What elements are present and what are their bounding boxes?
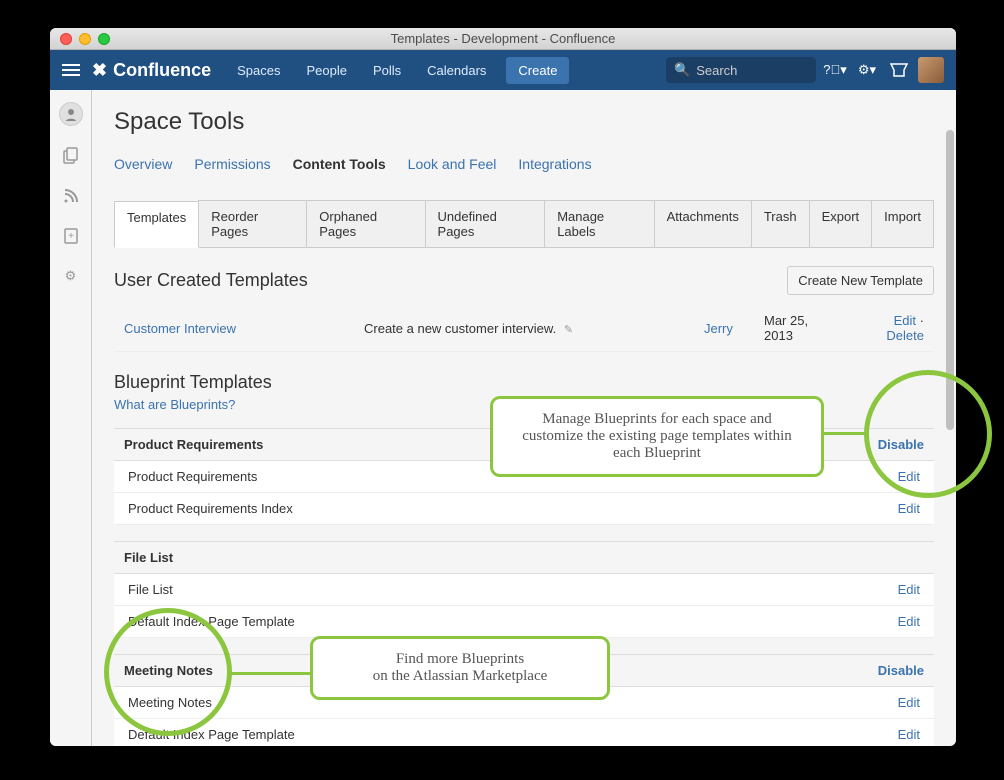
user-templates-title: User Created Templates <box>114 270 308 291</box>
left-rail: + ⚙ <box>50 90 92 746</box>
help-icon[interactable]: ?⃝▾ <box>822 57 848 83</box>
close-window-button[interactable] <box>60 33 72 45</box>
app-switcher-icon[interactable] <box>62 64 80 76</box>
inner-tab-templates[interactable]: Templates <box>114 201 199 248</box>
inner-tab-attachments[interactable]: Attachments <box>654 200 752 247</box>
search-box[interactable]: 🔍 <box>666 57 816 83</box>
bp-row-name: Product Requirements <box>128 469 257 484</box>
callout-find-more: Find more Blueprints on the Atlassian Ma… <box>310 636 610 700</box>
template-date: Mar 25, 2013 <box>754 305 844 352</box>
bp-row: Product Requirements Index Edit <box>114 493 934 525</box>
callout-text-line1: Find more Blueprints <box>331 651 589 668</box>
bp-row: Default Index Page Template Edit <box>114 606 934 638</box>
bp-edit-link[interactable]: Edit <box>898 727 920 742</box>
notifications-tray-icon[interactable] <box>886 57 912 83</box>
nav-calendars[interactable]: Calendars <box>417 63 496 78</box>
bp-disable-link[interactable]: Disable <box>878 663 924 678</box>
settings-gear-icon[interactable]: ⚙▾ <box>854 57 880 83</box>
blueprint-title: Blueprint Templates <box>114 372 934 393</box>
callout-text: Manage Blueprints for each space and cus… <box>522 411 792 461</box>
nav-polls[interactable]: Polls <box>363 63 411 78</box>
svg-text:+: + <box>68 231 74 242</box>
top-nav: ✖ Confluence Spaces People Polls Calenda… <box>50 50 956 90</box>
space-settings-gear-icon[interactable]: ⚙ <box>61 266 81 286</box>
content-tools-tabset: Templates Reorder Pages Orphaned Pages U… <box>114 200 934 248</box>
user-templates-table: Customer Interview Create a new customer… <box>114 305 934 352</box>
callout-connector <box>824 432 868 435</box>
bp-row: Default Index Page Template Edit <box>114 719 934 746</box>
bp-group-name: Product Requirements <box>124 437 263 452</box>
rss-icon[interactable] <box>61 186 81 206</box>
tab-look-and-feel[interactable]: Look and Feel <box>408 152 497 176</box>
inner-tab-import[interactable]: Import <box>871 200 934 247</box>
inner-tab-orphaned[interactable]: Orphaned Pages <box>306 200 425 247</box>
bp-group-file-list: File List File List Edit Default Index P… <box>114 541 934 638</box>
template-delete-link[interactable]: Delete <box>886 328 924 343</box>
bp-row-name: File List <box>128 582 173 597</box>
nav-people[interactable]: People <box>296 63 356 78</box>
tab-content-tools[interactable]: Content Tools <box>293 152 386 176</box>
bp-edit-link[interactable]: Edit <box>898 695 920 710</box>
bp-group-head: File List <box>114 541 934 574</box>
create-button[interactable]: Create <box>506 57 569 84</box>
tab-integrations[interactable]: Integrations <box>518 152 591 176</box>
edit-desc-pencil-icon[interactable]: ✎ <box>564 324 573 336</box>
table-row: Customer Interview Create a new customer… <box>114 305 934 352</box>
titlebar: Templates - Development - Confluence <box>50 28 956 50</box>
inner-tab-export[interactable]: Export <box>809 200 873 247</box>
inner-tab-undefined[interactable]: Undefined Pages <box>425 200 546 247</box>
what-are-blueprints-link[interactable]: What are Blueprints? <box>114 397 235 412</box>
space-tools-tabs: Overview Permissions Content Tools Look … <box>114 152 934 176</box>
inner-tab-labels[interactable]: Manage Labels <box>544 200 654 247</box>
window-title: Templates - Development - Confluence <box>50 31 956 46</box>
template-desc: Create a new customer interview. <box>364 321 556 336</box>
search-icon: 🔍 <box>674 62 690 78</box>
page-title: Space Tools <box>114 108 934 136</box>
minimize-window-button[interactable] <box>79 33 91 45</box>
inner-tab-trash[interactable]: Trash <box>751 200 810 247</box>
bp-row-name: Product Requirements Index <box>128 501 293 516</box>
pages-icon[interactable] <box>61 146 81 166</box>
template-edit-link[interactable]: Edit <box>894 313 916 328</box>
tab-overview[interactable]: Overview <box>114 152 172 176</box>
user-avatar[interactable] <box>918 57 944 83</box>
bp-edit-link[interactable]: Edit <box>898 501 920 516</box>
nav-spaces[interactable]: Spaces <box>227 63 290 78</box>
window-controls <box>50 33 110 45</box>
search-input[interactable] <box>696 63 808 78</box>
add-page-icon[interactable]: + <box>61 226 81 246</box>
confluence-logo[interactable]: ✖ Confluence <box>92 60 211 81</box>
create-template-button[interactable]: Create New Template <box>787 266 934 295</box>
callout-text-line2: on the Atlassian Marketplace <box>331 668 589 685</box>
template-name-link[interactable]: Customer Interview <box>124 321 236 336</box>
callout-connector <box>230 672 310 675</box>
bp-edit-link[interactable]: Edit <box>898 582 920 597</box>
confluence-glyph-icon: ✖ <box>92 60 107 81</box>
space-avatar-icon[interactable] <box>59 102 83 126</box>
callout-manage-blueprints: Manage Blueprints for each space and cus… <box>490 396 824 477</box>
tab-permissions[interactable]: Permissions <box>194 152 270 176</box>
brand-name: Confluence <box>113 60 211 81</box>
zoom-window-button[interactable] <box>98 33 110 45</box>
user-templates-section: User Created Templates Create New Templa… <box>114 266 934 352</box>
template-author-link[interactable]: Jerry <box>704 321 733 336</box>
bp-group-name: File List <box>124 550 173 565</box>
inner-tab-reorder[interactable]: Reorder Pages <box>198 200 307 247</box>
bp-edit-link[interactable]: Edit <box>898 614 920 629</box>
bp-row: File List Edit <box>114 574 934 606</box>
highlight-circle-findmore <box>104 608 232 736</box>
highlight-circle-actions <box>864 370 992 498</box>
